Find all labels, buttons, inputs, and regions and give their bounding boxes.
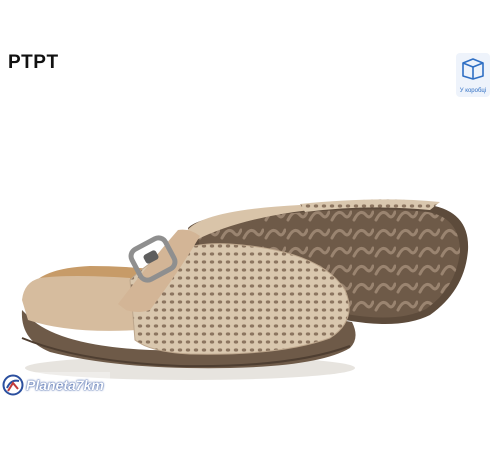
- watermark-text: Planeta7km: [26, 377, 104, 393]
- packaging-badge: У коробці: [456, 53, 490, 97]
- box-icon: [462, 58, 484, 80]
- watermark: Planeta7km: [2, 372, 110, 398]
- planeta-logo-icon: [2, 374, 24, 396]
- brand-label: PTPT: [8, 52, 59, 73]
- packaging-badge-label: У коробці: [459, 88, 487, 94]
